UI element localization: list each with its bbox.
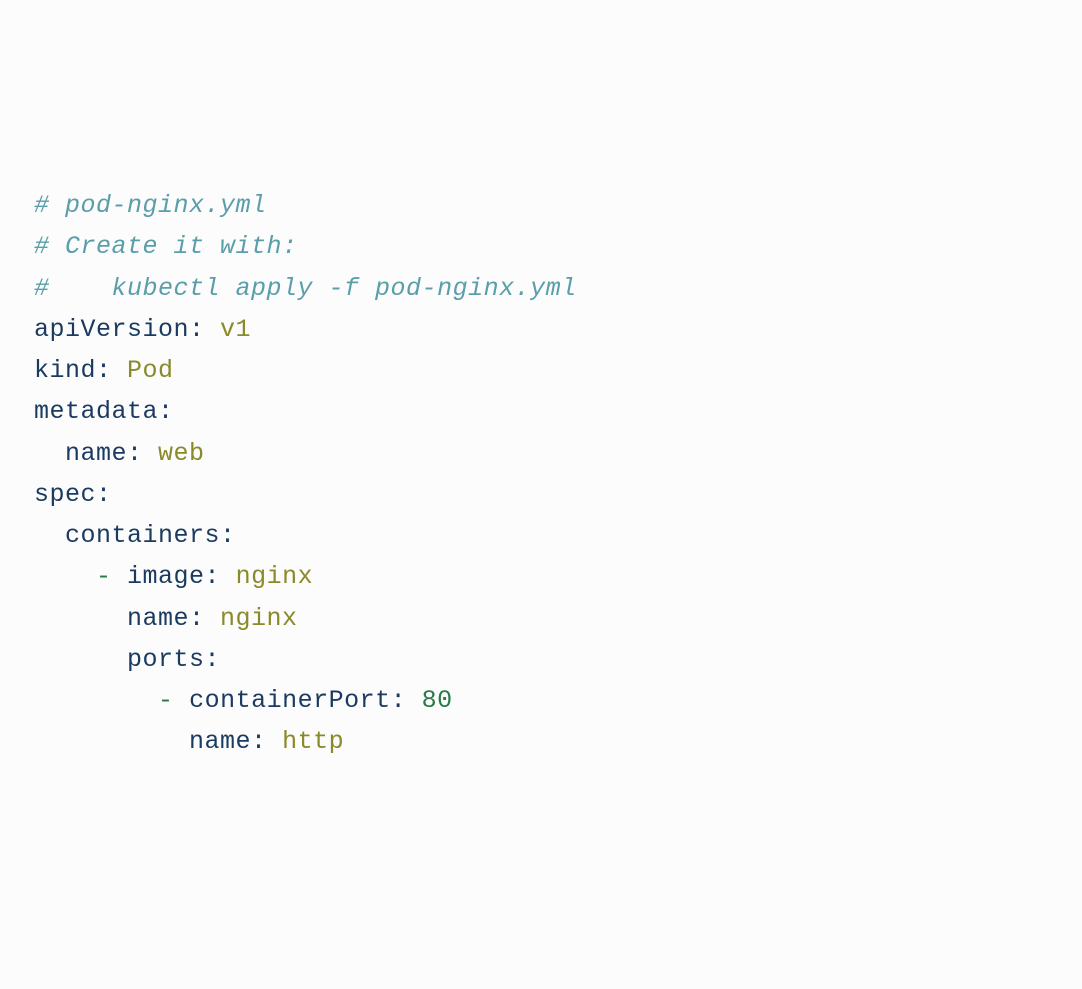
code-line: # kubectl apply -f pod-nginx.yml <box>34 268 1048 309</box>
value-token: web <box>158 439 205 468</box>
code-line: - containerPort: 80 <box>34 680 1048 721</box>
key-token: image: <box>127 562 220 591</box>
whitespace-token <box>34 686 158 715</box>
value-token: Pod <box>127 356 174 385</box>
value-token: v1 <box>220 315 251 344</box>
value-token: nginx <box>236 562 314 591</box>
code-line: # Create it with: <box>34 226 1048 267</box>
value-token: nginx <box>220 604 298 633</box>
number-token: 80 <box>422 686 453 715</box>
whitespace-token <box>406 686 422 715</box>
dash-token: - <box>158 686 174 715</box>
whitespace-token <box>205 604 221 633</box>
whitespace-token <box>34 645 127 674</box>
whitespace-token <box>267 727 283 756</box>
key-token: spec: <box>34 480 112 509</box>
key-token: name: <box>65 439 143 468</box>
key-token: name: <box>127 604 205 633</box>
code-line: kind: Pod <box>34 350 1048 391</box>
key-token: kind: <box>34 356 112 385</box>
code-line: spec: <box>34 474 1048 515</box>
code-line: - image: nginx <box>34 556 1048 597</box>
value-token: http <box>282 727 344 756</box>
whitespace-token <box>34 521 65 550</box>
comment-token: # pod-nginx.yml <box>34 191 267 220</box>
whitespace-token <box>143 439 159 468</box>
code-block: # pod-nginx.yml # Create it with: # kubect… <box>34 185 1048 763</box>
code-line: name: web <box>34 433 1048 474</box>
whitespace-token <box>34 727 189 756</box>
whitespace-token <box>34 439 65 468</box>
code-line: metadata: <box>34 391 1048 432</box>
key-token: containerPort: <box>189 686 406 715</box>
whitespace-token <box>34 604 127 633</box>
code-line: name: nginx <box>34 598 1048 639</box>
whitespace-token <box>205 315 221 344</box>
whitespace-token <box>220 562 236 591</box>
whitespace-token <box>174 686 190 715</box>
whitespace-token <box>112 356 128 385</box>
code-line: # pod-nginx.yml <box>34 185 1048 226</box>
whitespace-token <box>112 562 128 591</box>
dash-token: - <box>96 562 112 591</box>
code-line: apiVersion: v1 <box>34 309 1048 350</box>
key-token: ports: <box>127 645 220 674</box>
comment-token: # kubectl apply -f pod-nginx.yml <box>34 274 577 303</box>
code-line: containers: <box>34 515 1048 556</box>
comment-token: # Create it with: <box>34 232 298 261</box>
whitespace-token <box>34 562 96 591</box>
code-line: name: http <box>34 721 1048 762</box>
key-token: apiVersion: <box>34 315 205 344</box>
key-token: containers: <box>65 521 236 550</box>
code-line: ports: <box>34 639 1048 680</box>
key-token: metadata: <box>34 397 174 426</box>
key-token: name: <box>189 727 267 756</box>
